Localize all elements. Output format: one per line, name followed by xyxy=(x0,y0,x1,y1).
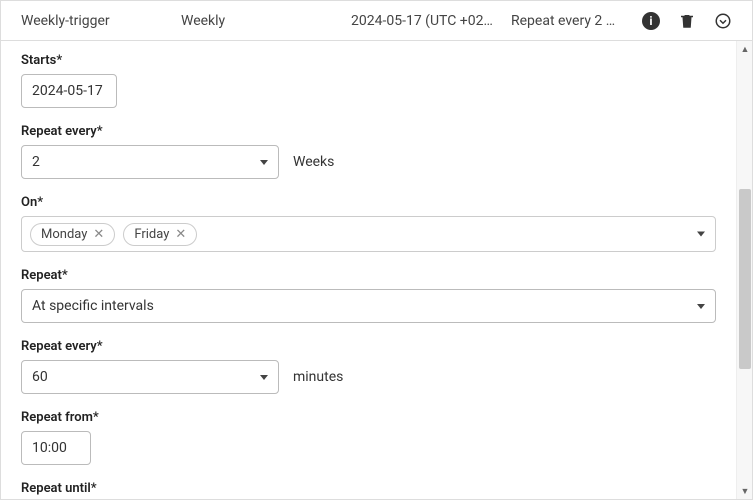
repeat-from-input[interactable]: 10:00 xyxy=(21,431,91,465)
trigger-date: 2024-05-17 (UTC +02… xyxy=(351,13,511,29)
repeat-from-value: 10:00 xyxy=(32,440,67,456)
trigger-summary: Repeat every 2 … xyxy=(511,13,621,29)
form-area: Starts* 2024-05-17 Repeat every* 2 Weeks… xyxy=(1,41,736,499)
repeat-label: Repeat* xyxy=(21,268,716,283)
trigger-type: Weekly xyxy=(181,13,351,29)
repeat-until-label: Repeat until* xyxy=(21,481,716,496)
repeat-interval-label: Repeat every* xyxy=(21,339,716,354)
day-tag-monday: Monday ✕ xyxy=(30,223,115,246)
day-tag-friday: Friday ✕ xyxy=(123,223,197,246)
starts-label: Starts* xyxy=(21,53,716,68)
repeat-every-unit: Weeks xyxy=(293,154,334,170)
repeat-mode-value: At specific intervals xyxy=(32,298,154,314)
day-tag-label: Monday xyxy=(41,227,87,242)
remove-tag-icon[interactable]: ✕ xyxy=(175,227,186,242)
repeat-interval-value: 60 xyxy=(32,369,48,385)
repeat-interval-select[interactable]: 60 xyxy=(21,360,279,394)
on-label: On* xyxy=(21,195,716,210)
trigger-name: Weekly-trigger xyxy=(21,13,181,29)
remove-tag-icon[interactable]: ✕ xyxy=(93,227,104,242)
on-days-multiselect[interactable]: Monday ✕ Friday ✕ xyxy=(21,216,716,252)
starts-date-input[interactable]: 2024-05-17 xyxy=(21,74,117,108)
repeat-from-label: Repeat from* xyxy=(21,410,716,425)
chevron-down-icon xyxy=(697,232,705,237)
chevron-down-icon xyxy=(260,375,268,380)
scroll-down-arrow-icon[interactable]: ▼ xyxy=(737,483,753,499)
scroll-up-arrow-icon[interactable]: ▲ xyxy=(737,41,753,57)
starts-date-value: 2024-05-17 xyxy=(32,83,103,99)
chevron-down-icon xyxy=(697,304,705,309)
delete-icon[interactable] xyxy=(678,12,696,30)
repeat-every-value: 2 xyxy=(32,154,40,170)
info-icon[interactable]: i xyxy=(642,12,660,30)
vertical-scrollbar[interactable]: ▲ ▼ xyxy=(736,41,752,499)
repeat-interval-unit: minutes xyxy=(293,369,343,385)
repeat-every-select[interactable]: 2 xyxy=(21,145,279,179)
scrollbar-thumb[interactable] xyxy=(739,189,751,369)
repeat-every-label: Repeat every* xyxy=(21,124,716,139)
repeat-mode-select[interactable]: At specific intervals xyxy=(21,289,716,323)
trigger-header-row: Weekly-trigger Weekly 2024-05-17 (UTC +0… xyxy=(1,1,752,41)
collapse-icon[interactable] xyxy=(714,12,732,30)
day-tag-label: Friday xyxy=(134,227,169,242)
trigger-config-panel: Weekly-trigger Weekly 2024-05-17 (UTC +0… xyxy=(0,0,753,500)
chevron-down-icon xyxy=(260,160,268,165)
